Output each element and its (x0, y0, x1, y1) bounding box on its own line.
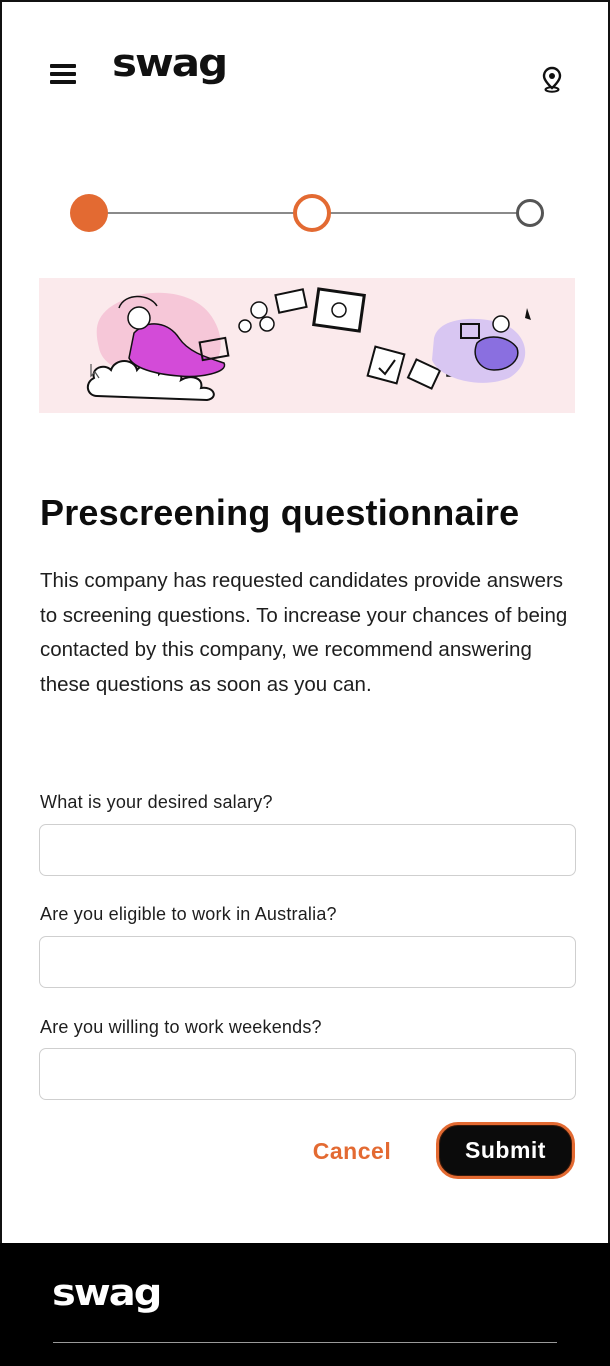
app-frame: swag Prescreening questionnaire This com… (0, 0, 610, 1366)
stepper-line-1 (106, 212, 296, 214)
page-title: Prescreening questionnaire (40, 492, 520, 533)
question-label-weekends: Are you willing to work weekends? (40, 1017, 322, 1037)
hamburger-menu-icon[interactable] (46, 60, 80, 88)
step-2-current (293, 194, 331, 232)
progress-stepper (68, 192, 548, 236)
stepper-line-2 (330, 212, 518, 214)
footer-swag-logo[interactable]: swag (52, 1275, 162, 1312)
work-from-anywhere-illustration (39, 278, 575, 413)
salary-input[interactable] (39, 824, 576, 876)
top-header: swag (2, 2, 608, 152)
footer-divider (53, 1342, 557, 1343)
weekends-input[interactable] (39, 1048, 576, 1100)
submit-button[interactable]: Submit (436, 1122, 575, 1179)
step-3-upcoming (516, 199, 544, 227)
swag-logo[interactable]: swag (112, 43, 228, 83)
work-eligibility-input[interactable] (39, 936, 576, 988)
site-footer: swag (0, 1243, 610, 1366)
question-label-eligibility: Are you eligible to work in Australia? (40, 904, 337, 924)
intro-text: This company has requested candidates pr… (40, 569, 568, 696)
question-label-salary: What is your desired salary? (40, 792, 273, 812)
location-pin-icon[interactable] (540, 66, 564, 94)
step-1-completed (70, 194, 108, 232)
cancel-button[interactable]: Cancel (300, 1126, 404, 1176)
